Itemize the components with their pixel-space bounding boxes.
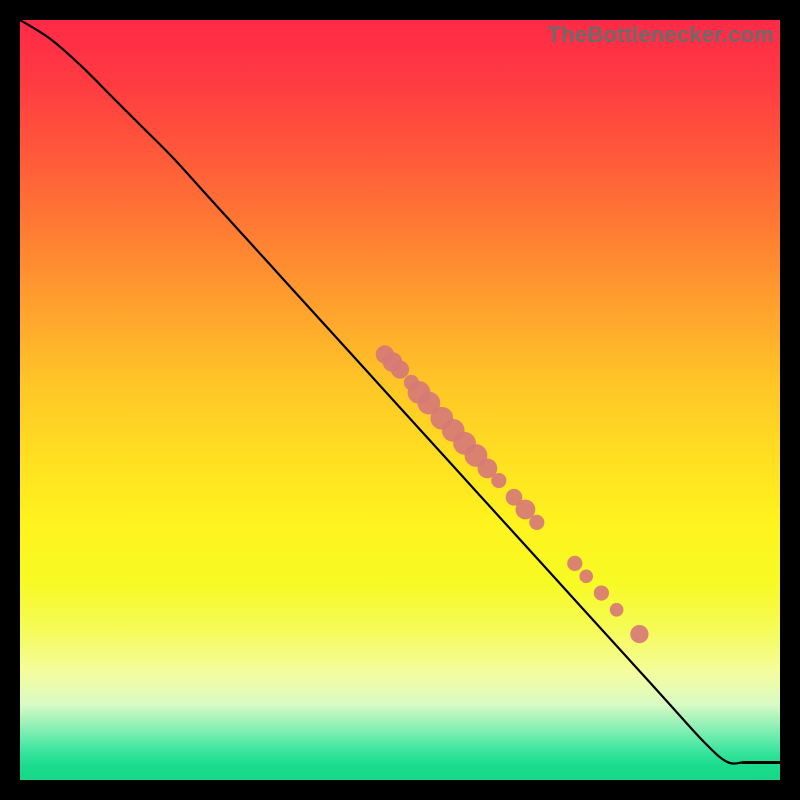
highlight-dot: [491, 473, 506, 488]
highlight-dot: [630, 625, 648, 643]
series-curve: [20, 20, 742, 764]
highlight-dots: [376, 345, 649, 643]
highlight-dot: [579, 569, 593, 583]
highlight-dot: [594, 585, 609, 600]
highlight-dot: [391, 360, 409, 378]
chart-frame: TheBottlenecker.com: [20, 20, 780, 780]
chart-overlay: [20, 20, 780, 780]
watermark-text: TheBottlenecker.com: [548, 22, 774, 48]
highlight-dot: [529, 515, 544, 530]
highlight-dot: [567, 556, 582, 571]
highlight-dot: [610, 603, 624, 617]
